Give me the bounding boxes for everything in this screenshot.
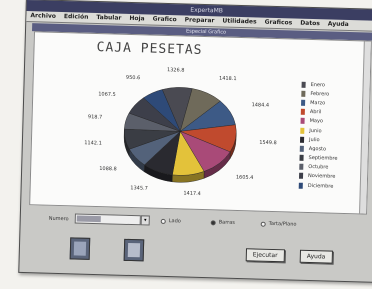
- pie-value-label-marzo: 1484.4: [252, 102, 270, 108]
- legend-label: Octubre: [308, 164, 329, 171]
- menu-preparar[interactable]: Preparar: [181, 15, 219, 26]
- legend-label: Junio: [309, 127, 322, 134]
- radio-tarta-label: Tarta/Plano: [268, 220, 297, 228]
- pie-value-label-enero: 1326.8: [167, 67, 185, 73]
- legend-swatch: [299, 163, 304, 171]
- menu-graficos[interactable]: Graficos: [260, 18, 296, 29]
- legend-label: Agosto: [308, 145, 327, 153]
- menu-datos[interactable]: Datos: [296, 19, 324, 30]
- radio-barras-dot: [210, 219, 216, 225]
- pie-value-label-abril: 1549.8: [259, 140, 277, 146]
- legend-label: Abril: [309, 109, 322, 116]
- pie-value-label-noviembre: 1067.5: [98, 91, 116, 97]
- radio-lado[interactable]: Lado: [160, 218, 181, 225]
- execute-button[interactable]: Ejecutar: [245, 248, 285, 263]
- window-title: ExpertaMB: [190, 6, 224, 15]
- help-button[interactable]: Ayuda: [299, 249, 333, 264]
- menu-ayuda[interactable]: Ayuda: [324, 19, 353, 30]
- radio-tarta-dot: [260, 221, 266, 227]
- legend-swatch: [298, 173, 304, 180]
- legend-item-diciembre: Diciembre: [298, 181, 361, 192]
- legend-swatch: [299, 136, 305, 143]
- numero-field[interactable]: [74, 213, 141, 226]
- legend-label: Mayo: [309, 118, 324, 125]
- menu-utilidades[interactable]: Utilidades: [218, 16, 260, 27]
- pie-value-label-septiembre: 1142.1: [84, 140, 102, 146]
- menu-tabular[interactable]: Tabular: [92, 13, 125, 24]
- chart-legend: Enero Febrero Marzo Abril Mayo Junio Julio Agos…: [298, 80, 364, 192]
- numero-label: Numero: [48, 215, 69, 223]
- document-icon-inner: [127, 242, 141, 258]
- legend-swatch: [300, 127, 305, 134]
- radio-barras[interactable]: Barras: [210, 219, 235, 226]
- legend-swatch: [301, 99, 306, 106]
- legend-label: Febrero: [310, 90, 330, 98]
- controls-area: Numero ▾ Lado Barras Tarta/Plano Ejecuta…: [27, 208, 369, 277]
- chart-panel: CAJA PESETAS 1326.8 1418.1 1484.4 1549.8 160…: [29, 31, 372, 215]
- legend-label: Marzo: [310, 99, 326, 107]
- legend-label: Julio: [308, 136, 320, 143]
- menu-edicion[interactable]: Edición: [60, 12, 93, 23]
- chart-icon-inner: [73, 241, 87, 256]
- menu-archivo[interactable]: Archivo: [26, 11, 60, 22]
- menu-hoja[interactable]: Hoja: [125, 14, 149, 25]
- pie-value-label-agosto: 1088.8: [99, 166, 117, 172]
- radio-lado-label: Lado: [168, 218, 181, 225]
- chevron-down-icon[interactable]: ▾: [140, 215, 150, 226]
- pie-value-label-junio: 1417.4: [183, 191, 201, 197]
- legend-swatch: [299, 145, 304, 152]
- chart-icon[interactable]: [69, 237, 91, 260]
- stage: ExpertaMB Archivo Edición Tabular Hoja G…: [0, 0, 372, 289]
- radio-lado-dot: [160, 218, 166, 224]
- document-icon[interactable]: [123, 238, 145, 262]
- pie-value-label-octubre: 918.7: [88, 114, 102, 120]
- pie-value-label-julio: 1345.7: [130, 185, 148, 191]
- numero-selection: [76, 215, 101, 223]
- pie-value-label-diciembre: 950.6: [126, 75, 140, 81]
- vertical-scrollbar[interactable]: [359, 41, 371, 214]
- radio-tarta[interactable]: Tarta/Plano: [260, 220, 297, 228]
- legend-swatch: [299, 154, 304, 161]
- pie-value-label-mayo: 1605.4: [236, 175, 254, 181]
- pie-chart: 1326.8 1418.1 1484.4 1549.8 1605.4 1417.4 1345…: [84, 67, 277, 197]
- dialog-title: Especial Grafico: [185, 28, 227, 36]
- legend-label: Noviembre: [307, 173, 336, 181]
- legend-swatch: [298, 182, 303, 189]
- legend-swatch: [301, 81, 306, 88]
- legend-swatch: [300, 118, 305, 125]
- legend-label: Enero: [310, 81, 326, 88]
- pie-value-label-febrero: 1418.1: [219, 76, 237, 82]
- radio-barras-label: Barras: [218, 219, 235, 226]
- legend-swatch: [300, 108, 305, 115]
- app-window: ExpertaMB Archivo Edición Tabular Hoja G…: [18, 0, 372, 284]
- legend-label: Diciembre: [307, 182, 334, 190]
- legend-swatch: [301, 90, 306, 97]
- menu-grafico[interactable]: Grafico: [148, 14, 180, 25]
- legend-label: Septiembre: [308, 155, 338, 162]
